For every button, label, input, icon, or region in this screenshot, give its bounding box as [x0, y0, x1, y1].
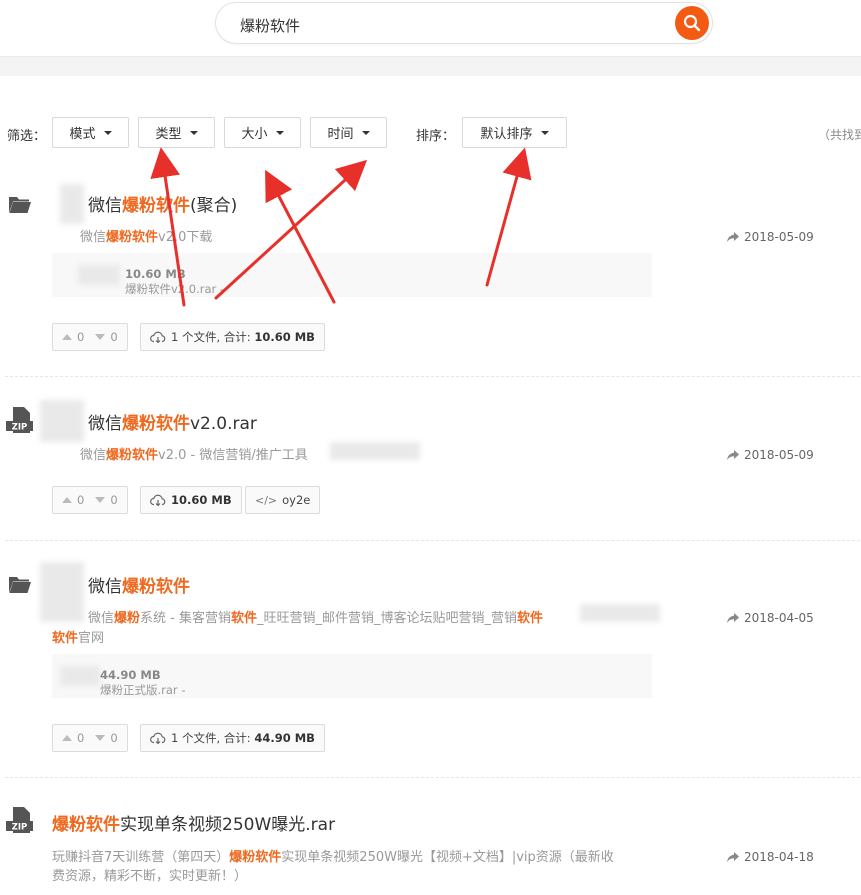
result-description: 微信爆粉软件v2.0下载 [80, 230, 213, 245]
vote-buttons: 0 0 [52, 486, 128, 514]
filter-time-dropdown[interactable]: 时间 [310, 117, 387, 148]
result-description-line2: 费资源，精彩不断，实时更新！） [52, 869, 248, 884]
thumb-down-icon[interactable] [95, 334, 106, 340]
blurred-filename [78, 265, 120, 285]
filter-time-label: 时间 [327, 127, 354, 142]
result-date: 2018-05-09 [727, 230, 814, 244]
sort-dropdown[interactable]: 默认排序 [462, 117, 567, 148]
share-icon [727, 231, 739, 242]
blurred-thumbnail [60, 184, 84, 224]
result-description: 微信爆粉软件v2.0 - 微信营销/推广工具 [80, 448, 308, 463]
filter-size-label: 大小 [241, 127, 268, 142]
thumb-down-icon[interactable] [95, 735, 106, 741]
folder-icon [9, 197, 31, 213]
result-title[interactable]: 微信爆粉软件 [88, 572, 190, 597]
blurred-text [580, 604, 660, 622]
search-button[interactable] [675, 6, 709, 40]
caret-down-icon [540, 130, 549, 135]
thumb-up-icon[interactable] [62, 334, 72, 340]
thumb-up-icon[interactable] [62, 735, 72, 741]
share-icon [727, 449, 739, 460]
filter-bar: 筛选： 模式 类型 大小 时间 排序： 默认排序 （共找到 [0, 116, 861, 150]
file-list: 爆粉软件v2.0.rar - 10.60 MB [52, 253, 652, 297]
share-icon [727, 612, 739, 623]
caret-down-icon [103, 130, 112, 135]
download-info[interactable]: 1 个文件, 合计: 44.90 MB [140, 724, 325, 752]
extract-code[interactable]: </> oy2e [245, 486, 321, 514]
caret-down-icon [275, 130, 284, 135]
sort-label: 排序： [416, 129, 456, 144]
caret-down-icon [361, 130, 370, 135]
filter-size-dropdown[interactable]: 大小 [224, 117, 301, 148]
filter-type-label: 类型 [155, 127, 182, 142]
result-description-line2: 软件官网 [52, 631, 105, 646]
cloud-download-icon [150, 331, 166, 343]
result-date: 2018-05-09 [727, 448, 814, 462]
share-icon [727, 851, 739, 862]
result-date: 2018-04-05 [727, 611, 814, 625]
svg-text:ZIP: ZIP [12, 423, 28, 433]
search-icon [683, 14, 701, 32]
cloud-download-icon [150, 494, 166, 506]
caret-down-icon [189, 130, 198, 135]
result-count: （共找到 [818, 128, 861, 142]
result-title[interactable]: 爆粉软件实现单条视频250W曝光.rar [52, 810, 335, 835]
file-entry[interactable]: 爆粉软件v2.0.rar - 10.60 MB [125, 267, 224, 296]
filter-label: 筛选： [7, 129, 47, 144]
header-divider-band [0, 57, 861, 76]
filter-type-dropdown[interactable]: 类型 [138, 117, 215, 148]
result-date: 2018-04-18 [727, 850, 814, 864]
result-divider [5, 777, 860, 778]
search-box [215, 2, 713, 44]
result-description: 微信爆粉系统 - 集客营销软件_旺旺营销_邮件营销_博客论坛贴吧营销_营销软件 [88, 611, 544, 626]
filter-mode-dropdown[interactable]: 模式 [52, 117, 129, 148]
result-divider [5, 376, 860, 377]
top-header [0, 0, 861, 57]
vote-buttons: 0 0 [52, 323, 128, 351]
file-list: 爆粉正式版.rar - 44.90 MB [52, 654, 652, 698]
vote-buttons: 0 0 [52, 724, 128, 752]
svg-text:ZIP: ZIP [12, 823, 28, 833]
folder-icon [9, 577, 31, 593]
sort-value: 默认排序 [480, 127, 533, 142]
result-title[interactable]: 微信爆粉软件v2.0.rar [88, 409, 257, 434]
thumb-down-icon[interactable] [95, 497, 106, 503]
file-entry[interactable]: 爆粉正式版.rar - 44.90 MB [100, 668, 185, 697]
zip-icon: ZIP [6, 407, 33, 433]
download-info[interactable]: 10.60 MB [140, 486, 242, 514]
blurred-filename [60, 666, 100, 686]
download-info[interactable]: 1 个文件, 合计: 10.60 MB [140, 323, 325, 351]
search-input[interactable] [238, 12, 662, 38]
result-divider [5, 540, 860, 541]
code-icon: </> [255, 493, 278, 507]
result-description: 玩赚抖音7天训练营（第四天）爆粉软件实现单条视频250W曝光【视频+文档】|vi… [52, 850, 614, 865]
blurred-thumbnail [40, 562, 84, 622]
blurred-thumbnail [40, 400, 84, 442]
cloud-download-icon [150, 732, 166, 744]
thumb-up-icon[interactable] [62, 497, 72, 503]
blurred-text [330, 442, 420, 460]
filter-mode-label: 模式 [69, 127, 96, 142]
result-title[interactable]: 微信爆粉软件(聚合) [88, 191, 237, 216]
zip-icon: ZIP [6, 807, 33, 833]
